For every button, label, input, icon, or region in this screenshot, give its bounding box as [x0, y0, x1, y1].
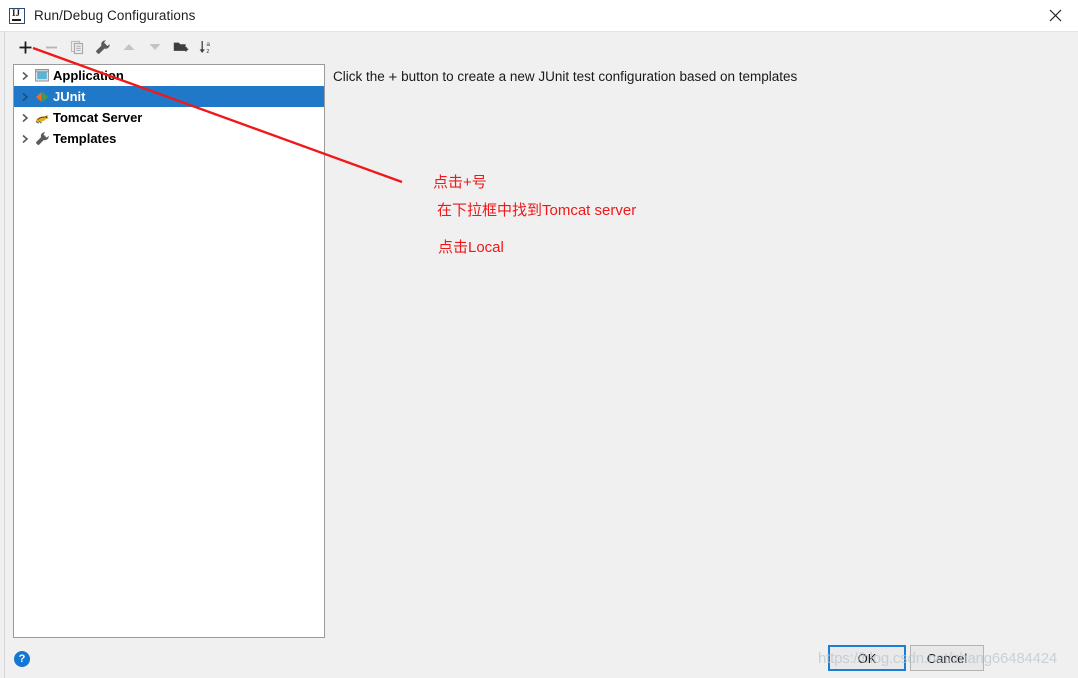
title-bar: IJ Run/Debug Configurations	[0, 0, 1078, 32]
empty-state-hint: Click the + button to create a new JUnit…	[333, 69, 797, 86]
tree-item-junit[interactable]: JUnit	[14, 86, 324, 107]
add-configuration-button[interactable]	[12, 34, 38, 60]
tree-item-templates[interactable]: Templates	[14, 128, 324, 149]
chevron-right-icon[interactable]	[17, 92, 33, 102]
svg-text:a: a	[206, 41, 210, 48]
tree-item-tomcat-server[interactable]: Tomcat Server	[14, 107, 324, 128]
hint-suffix: button to create a new JUnit test config…	[401, 69, 798, 84]
annotation-line-3: 点击Local	[438, 239, 504, 256]
folder-add-icon[interactable]	[168, 34, 194, 60]
arrow-down-icon[interactable]	[142, 34, 168, 60]
annotation-line-2: 在下拉框中找到Tomcat server	[437, 202, 637, 219]
wrench-icon	[33, 131, 51, 146]
left-edge-divider	[4, 31, 5, 678]
application-window-icon	[33, 69, 51, 82]
wrench-icon[interactable]	[90, 34, 116, 60]
tomcat-cat-icon	[33, 111, 51, 124]
tree-item-application[interactable]: Application	[14, 65, 324, 86]
close-icon[interactable]	[1032, 0, 1078, 31]
configurations-toolbar: a z	[0, 31, 1078, 63]
remove-configuration-button[interactable]	[38, 34, 64, 60]
sort-az-icon[interactable]: a z	[194, 34, 220, 60]
ok-button[interactable]: OK	[828, 645, 906, 671]
svg-text:z: z	[206, 48, 209, 55]
plus-icon: +	[388, 69, 398, 86]
tree-item-label: JUnit	[53, 89, 86, 104]
help-question-icon[interactable]: ?	[14, 651, 30, 667]
arrow-up-icon[interactable]	[116, 34, 142, 60]
chevron-right-icon[interactable]	[17, 134, 33, 144]
cancel-button[interactable]: Cancel	[910, 645, 984, 671]
window-title: Run/Debug Configurations	[34, 8, 196, 23]
tree-item-label: Tomcat Server	[53, 110, 143, 125]
junit-icon	[33, 91, 51, 103]
chevron-right-icon[interactable]	[17, 71, 33, 81]
tree-item-label: Templates	[53, 131, 117, 146]
configurations-tree-panel[interactable]: Application JUnit Tomcat Server Template…	[13, 64, 325, 638]
annotation-line-1: 点击+号	[433, 174, 487, 191]
chevron-right-icon[interactable]	[17, 113, 33, 123]
copy-configuration-button[interactable]	[64, 34, 90, 60]
intellij-idea-icon: IJ	[9, 7, 25, 24]
run-debug-configurations-dialog: IJ Run/Debug Configurations a z Applicat…	[0, 0, 1078, 678]
hint-prefix: Click the	[333, 69, 385, 84]
tree-item-label: Application	[53, 68, 124, 83]
